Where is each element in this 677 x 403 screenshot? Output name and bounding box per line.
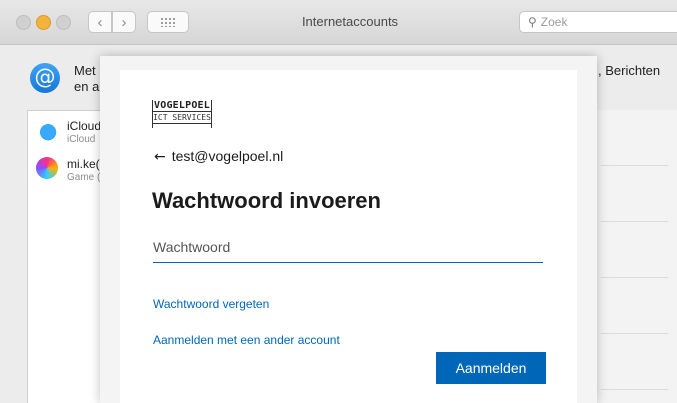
divider bbox=[601, 389, 668, 390]
zoom-window-button[interactable] bbox=[56, 15, 71, 30]
account-type: Game ( bbox=[67, 172, 101, 183]
page-title: Wachtwoord invoeren bbox=[152, 188, 381, 213]
search-icon: ⚲ bbox=[528, 15, 537, 29]
back-to-account[interactable]: ← test@vogelpoel.nl bbox=[154, 148, 283, 165]
search-field[interactable]: ⚲ Zoek bbox=[519, 11, 677, 33]
account-name: mi.ke( bbox=[67, 157, 100, 171]
signin-card: VOGELPOEL ICT SERVICES ← test@vogelpoel.n… bbox=[120, 70, 577, 403]
account-email: test@vogelpoel.nl bbox=[171, 148, 284, 164]
show-all-button[interactable] bbox=[147, 11, 189, 33]
password-field[interactable] bbox=[153, 232, 543, 263]
forward-button[interactable]: › bbox=[112, 11, 136, 33]
divider bbox=[601, 277, 668, 278]
search-placeholder: Zoek bbox=[540, 15, 568, 29]
divider bbox=[601, 333, 668, 334]
intro-line-1: Met bbox=[74, 63, 96, 78]
arrow-left-icon: ← bbox=[154, 149, 166, 165]
internet-accounts-icon: @ bbox=[30, 63, 60, 93]
vogelpoel-logo: VOGELPOEL ICT SERVICES bbox=[152, 100, 212, 128]
icloud-icon bbox=[36, 119, 58, 141]
close-window-button[interactable] bbox=[16, 15, 31, 30]
title-bar: ‹ › Internetaccounts ⚲ Zoek bbox=[0, 0, 677, 45]
intro-text: Met en a bbox=[74, 63, 99, 95]
intro-text-right: , Berichten bbox=[598, 63, 661, 78]
logo-name: VOGELPOEL bbox=[154, 100, 210, 111]
back-button[interactable]: ‹ bbox=[88, 11, 112, 33]
game-center-icon bbox=[36, 157, 58, 179]
forgot-password-link[interactable]: Wachtwoord vergeten bbox=[153, 297, 269, 311]
other-account-link[interactable]: Aanmelden met een ander account bbox=[153, 333, 340, 347]
signin-button[interactable]: Aanmelden bbox=[436, 352, 546, 384]
divider bbox=[601, 165, 668, 166]
minimize-window-button[interactable] bbox=[36, 15, 51, 30]
logo-tagline: ICT SERVICES bbox=[153, 111, 211, 124]
chevron-left-icon: ‹ bbox=[97, 14, 103, 31]
signin-sheet: VOGELPOEL ICT SERVICES ← test@vogelpoel.n… bbox=[100, 56, 597, 403]
intro-line-2: en a bbox=[74, 79, 100, 94]
chevron-right-icon: › bbox=[121, 14, 127, 31]
account-name: iCloud bbox=[67, 119, 102, 133]
divider bbox=[601, 221, 668, 222]
grid-icon bbox=[160, 17, 176, 27]
window-title: Internetaccounts bbox=[301, 14, 399, 29]
account-type: iCloud bbox=[67, 134, 96, 145]
account-detail-panel bbox=[590, 110, 677, 403]
